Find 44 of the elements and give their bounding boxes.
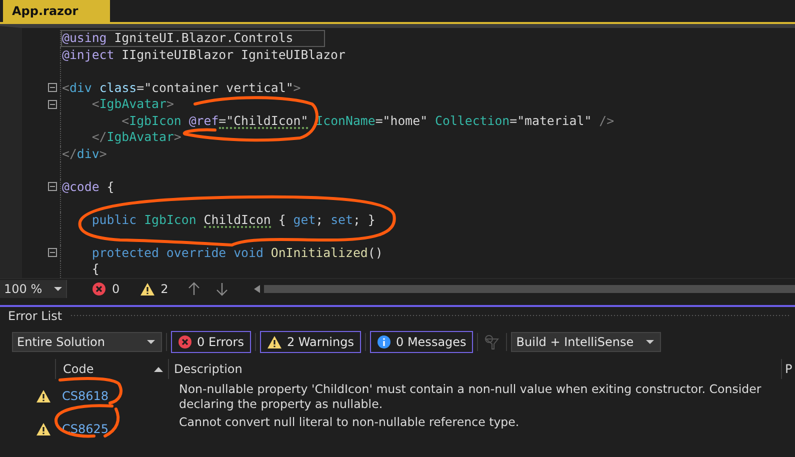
code-line: @code { xyxy=(62,180,114,194)
zoom-dropdown[interactable]: 100 % xyxy=(0,280,67,298)
code-line: <div class="container vertical"> xyxy=(62,80,301,96)
error-icon xyxy=(92,282,106,296)
error-count: 0 xyxy=(112,282,120,296)
source-dropdown[interactable]: Build + IntelliSense xyxy=(511,332,662,352)
down-arrow-icon[interactable] xyxy=(216,282,228,296)
error-code-link[interactable]: CS8618 xyxy=(62,389,109,403)
code-line: public IgbIcon ChildIcon { get; set; } xyxy=(90,212,376,228)
code-line: <IgbAvatar> xyxy=(90,97,174,112)
column-header[interactable]: P xyxy=(781,359,795,379)
filter-button[interactable]: 0 Errors xyxy=(171,331,251,353)
warning-icon xyxy=(36,422,51,436)
column-header[interactable]: Code xyxy=(55,359,168,379)
code-line: protected override void OnInitialized() xyxy=(90,246,383,260)
error-description: Non-nullable property 'ChildIcon' must contain a non-null value when exiting constructor. Consider declaring the property as nullable. xyxy=(178,381,762,412)
collapse-icon[interactable] xyxy=(48,182,57,192)
collapse-icon[interactable] xyxy=(48,83,57,92)
info-icon xyxy=(377,335,391,349)
caret-icon xyxy=(54,286,62,292)
code-line: </IgbAvatar> xyxy=(90,130,182,145)
filter-button[interactable]: 0 Messages xyxy=(370,331,474,353)
panel-title: Error List xyxy=(8,309,62,323)
up-arrow-icon[interactable] xyxy=(188,282,200,296)
caret-icon xyxy=(147,340,155,344)
code-line: @inject IIgniteUIBlazor IgniteUIBlazor xyxy=(62,48,346,62)
code-line: </div> xyxy=(62,146,107,162)
scope-dropdown[interactable]: Entire Solution xyxy=(12,332,162,352)
warning-icon xyxy=(36,389,51,403)
code-line: { xyxy=(90,262,100,277)
warning-icon xyxy=(266,335,282,349)
error-icon xyxy=(178,335,192,349)
file-tab[interactable]: App.razor xyxy=(3,0,110,22)
warning-count: 2 xyxy=(160,282,168,296)
column-header[interactable]: Description xyxy=(168,359,781,379)
collapse-icon[interactable] xyxy=(48,100,57,109)
filter-button[interactable]: 2 Warnings xyxy=(260,331,361,353)
collapse-icon[interactable] xyxy=(48,248,57,258)
code-line: @using IgniteUI.Blazor.Controls xyxy=(62,31,294,46)
warning-icon xyxy=(140,282,155,296)
caret-icon xyxy=(646,340,654,344)
scroll-left-icon[interactable] xyxy=(254,285,260,293)
sort-icon xyxy=(154,366,163,372)
error-description: Cannot convert null literal to non-nullable reference type. xyxy=(178,414,520,431)
